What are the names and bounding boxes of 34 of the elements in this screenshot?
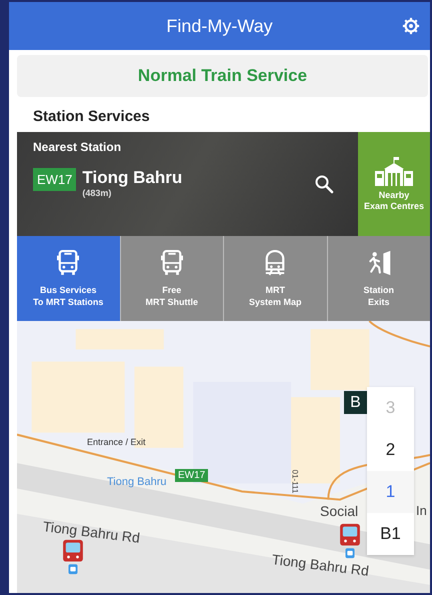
service-tile[interactable]: Free MRT Shuttle [120,236,223,321]
map-unit-label: 01-111 [290,470,300,494]
station-distance: (483m) [82,188,112,198]
floor-button[interactable]: B1 [367,513,414,555]
floor-button[interactable]: 1 [367,471,414,513]
nearby-exam-centres-button[interactable]: Nearby Exam Centres [358,132,430,236]
train-station-marker-icon[interactable] [62,539,84,575]
bus-icon [57,248,80,277]
station-name: Tiong Bahru [82,168,182,188]
map-station-label: Tiong Bahru [107,476,167,488]
station-photo-panel[interactable]: Nearest Station EW17 Tiong Bahru (483m) [17,132,358,236]
nearest-station-label: Nearest Station [33,140,122,154]
building-marker[interactable]: B [344,391,367,414]
service-status-text: Normal Train Service [138,66,308,86]
service-tile[interactable]: Bus Services To MRT Stations [17,236,120,321]
map-place-label: In [416,503,427,518]
section-title: Station Services [33,108,150,124]
app-title: Find-My-Way [166,16,273,36]
train-icon [264,248,286,277]
train-station-marker-icon[interactable] [339,523,361,559]
service-tile[interactable]: Station Exits [328,236,430,321]
road-label: Tiong Bahru Rd [42,518,141,546]
search-icon[interactable] [314,174,334,194]
bus-icon [160,248,183,277]
map-label: Entrance / Exit [87,437,146,447]
station-code-badge: EW17 [33,168,76,191]
map-station-code-badge: EW17 [175,469,208,482]
map-place-label: Social [320,503,358,519]
floor-button[interactable]: 2 [367,429,414,471]
road-label: Tiong Bahru Rd [271,551,370,579]
service-tile[interactable]: MRT System Map [224,236,326,321]
street-map-drawing[interactable] [17,321,430,593]
settings-icon[interactable] [402,17,420,35]
school-building-icon [374,156,414,186]
